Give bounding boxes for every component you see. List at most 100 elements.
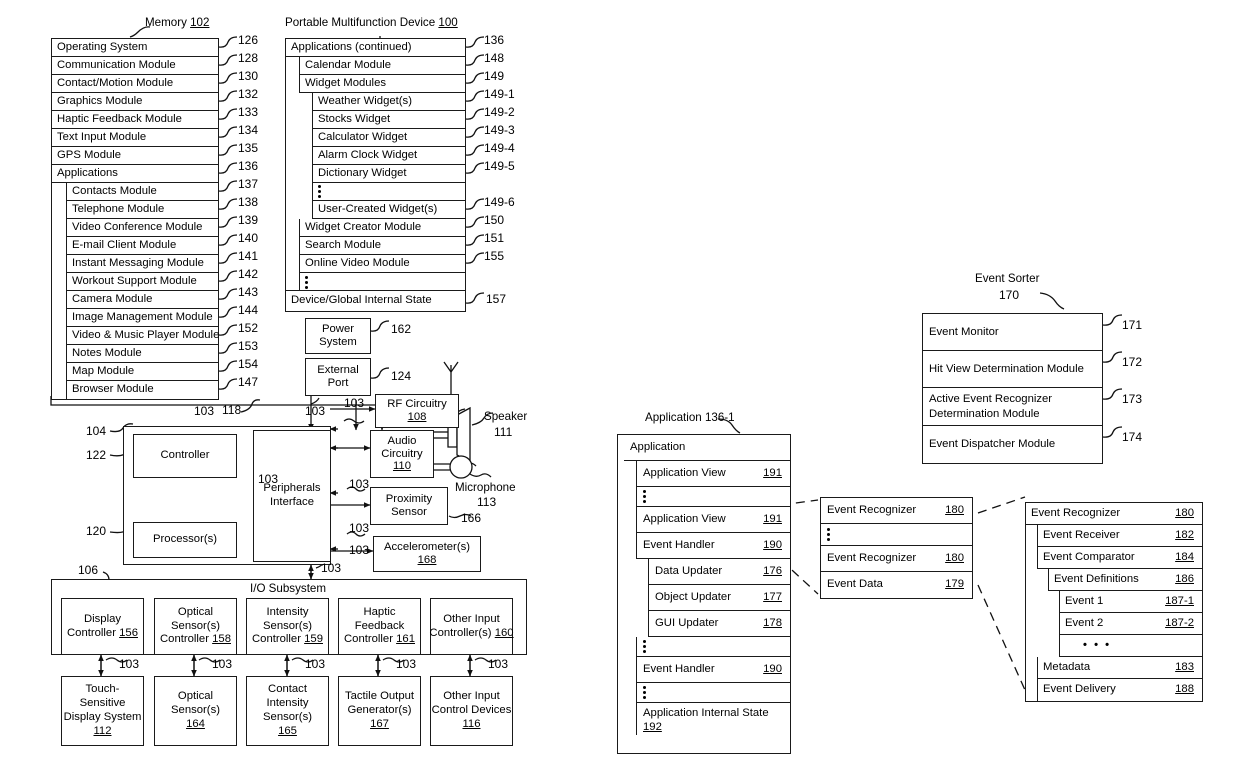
application-row: Application bbox=[624, 435, 790, 461]
io-device-label-line: Touch- bbox=[85, 683, 120, 696]
application-ellipsis-row bbox=[636, 683, 790, 703]
accelerometers-box: Accelerometer(s) 168 bbox=[373, 536, 481, 572]
ref-157: 157 bbox=[486, 292, 507, 306]
memory-row-ref: 132 bbox=[238, 87, 259, 101]
ref-111: 111 bbox=[494, 425, 513, 439]
ref-113: 113 bbox=[477, 495, 497, 509]
application-row-label: Application View bbox=[643, 466, 726, 479]
memory-row-ref: 133 bbox=[238, 105, 259, 119]
application-row-label: Event Handler bbox=[643, 662, 715, 675]
application-row-label: Application View bbox=[643, 512, 726, 525]
io-device-ref: 112 bbox=[93, 724, 112, 737]
event-recognizer-detail-ref: 187-2 bbox=[1165, 616, 1194, 629]
event-sorter-row-label: Hit View Determination Module bbox=[929, 362, 1084, 375]
io-device-label-line: Contact bbox=[268, 683, 307, 696]
applications-row-ref: 149-4 bbox=[484, 141, 515, 155]
bus-label-4: 103 bbox=[258, 472, 279, 486]
io-controller-box: Display Controller 156 bbox=[61, 598, 144, 655]
event-recognizer-row-ref: 180 bbox=[945, 503, 964, 516]
applications-row: Widget Creator Module bbox=[299, 219, 465, 237]
io-controller-label-line: Controller 158 bbox=[160, 633, 231, 646]
io-controller-label-line: Sensor(s) bbox=[263, 619, 312, 632]
memory-row-ref: 152 bbox=[238, 321, 259, 335]
applications-row-ref: 149-1 bbox=[484, 87, 515, 101]
io-device-ref: 167 bbox=[370, 717, 389, 730]
memory-row-label: Notes Module bbox=[72, 346, 142, 359]
event-recognizer-detail-row: Event Delivery 188 bbox=[1037, 679, 1202, 701]
memory-row-label: GPS Module bbox=[57, 148, 122, 161]
memory-row-label: Map Module bbox=[72, 364, 135, 377]
io-device-label-line: Tactile Output bbox=[344, 690, 415, 703]
applications-row: Calendar Module bbox=[299, 57, 465, 75]
device-caption: Portable Multifunction Device 100 bbox=[285, 16, 458, 29]
memory-row: Telephone Module bbox=[66, 201, 218, 219]
processors-box: Processor(s) bbox=[133, 522, 237, 558]
applications-row-label: Search Module bbox=[305, 238, 381, 251]
memory-row-label: Contact/Motion Module bbox=[57, 76, 174, 89]
application-row: Application View 191 bbox=[636, 461, 790, 487]
io-device-label-line: Generator(s) bbox=[347, 704, 412, 717]
vertical-ellipsis-icon bbox=[827, 528, 830, 541]
memory-row: Video & Music Player Module bbox=[66, 327, 219, 345]
application-row-ref: 177 bbox=[763, 590, 782, 603]
applications-row: Dictionary Widget bbox=[312, 165, 465, 183]
io-device-label-line: Sensitive bbox=[79, 697, 126, 710]
event-recognizer-list-box: Event Recognizer 180 Event Recognizer 180 Ev… bbox=[820, 497, 973, 599]
device-ref: 100 bbox=[438, 16, 458, 29]
applications-row-ref: 136 bbox=[484, 33, 505, 47]
memory-row: Instant Messaging Module bbox=[66, 255, 218, 273]
memory-row-label: Camera Module bbox=[72, 292, 153, 305]
applications-row-label: Widget Creator Module bbox=[305, 220, 422, 233]
external-port-label: External Port bbox=[317, 364, 359, 389]
memory-ref: 102 bbox=[190, 16, 210, 29]
applications-row-ref: 149-5 bbox=[484, 159, 515, 173]
io-controller-label-line: Other Input bbox=[443, 612, 500, 625]
applications-row-ref: 155 bbox=[484, 249, 505, 263]
event-sorter-row-ref: 174 bbox=[1122, 430, 1143, 444]
memory-row: Video Conference Module bbox=[66, 219, 218, 237]
vertical-ellipsis-icon bbox=[643, 686, 646, 699]
application-row: Event Handler 190 bbox=[636, 533, 790, 559]
bus-label-8: 103 bbox=[321, 561, 342, 575]
event-sorter-row-label: Event Monitor bbox=[929, 325, 999, 338]
memory-row: Map Module bbox=[66, 363, 218, 381]
accelerometers-label: Accelerometer(s) bbox=[383, 540, 470, 553]
event-recognizer-row-label: Event Recognizer bbox=[827, 503, 917, 516]
io-controller-label-line: Optical bbox=[177, 605, 214, 618]
event-recognizer-detail-box: Event Recognizer 180 Event Receiver 182 Even… bbox=[1025, 502, 1203, 702]
application-row: GUI Updater 178 bbox=[648, 611, 790, 637]
applications-row-ref: 149-2 bbox=[484, 105, 515, 119]
bus-label-6: 103 bbox=[349, 521, 370, 535]
bus-label-10: 103 bbox=[212, 657, 233, 671]
event-recognizer-detail-row: Event 2 187-2 bbox=[1059, 613, 1202, 635]
ref-166: 166 bbox=[461, 511, 482, 525]
applications-row-label: Applications (continued) bbox=[291, 40, 412, 53]
io-controller-label-line: Sensor(s) bbox=[171, 619, 220, 632]
io-device-box: Optical Sensor(s) 164 bbox=[154, 676, 237, 746]
applications-row-label: Dictionary Widget bbox=[318, 166, 407, 179]
io-controller-label-line: Controller 161 bbox=[344, 633, 415, 646]
io-controller-label-line: Controller 156 bbox=[67, 626, 138, 639]
event-recognizer-detail-ref: 180 bbox=[1175, 506, 1194, 519]
applications-ellipsis-row bbox=[299, 273, 465, 291]
proximity-sensor-box: Proximity Sensor bbox=[370, 487, 448, 525]
controller-label: Controller bbox=[160, 449, 210, 462]
memory-row-label: Operating System bbox=[57, 40, 148, 53]
applications-row: Alarm Clock Widget bbox=[312, 147, 465, 165]
event-recognizer-detail-row: Event Definitions 186 bbox=[1048, 569, 1202, 591]
io-controller-ref: 161 bbox=[396, 633, 415, 646]
event-recognizer-row-ref: 180 bbox=[945, 551, 964, 564]
applications-row-label: Online Video Module bbox=[305, 256, 410, 269]
memory-row-label: Haptic Feedback Module bbox=[57, 112, 182, 125]
memory-row: Camera Module bbox=[66, 291, 218, 309]
event-sorter-row: Event Monitor bbox=[923, 314, 1102, 351]
io-device-label-line: Control Devices bbox=[431, 704, 512, 717]
memory-caption-text: Memory bbox=[145, 16, 187, 29]
accelerometers-ref: 168 bbox=[417, 554, 437, 566]
rf-circuitry-ref: 108 bbox=[407, 411, 427, 423]
memory-row: Contact/Motion Module bbox=[52, 75, 218, 93]
memory-row-ref: 147 bbox=[238, 375, 259, 389]
microphone-label: Microphone bbox=[455, 481, 516, 494]
memory-box: Operating System Communication Module Cont… bbox=[51, 38, 219, 400]
application-ellipsis-row bbox=[636, 637, 790, 657]
